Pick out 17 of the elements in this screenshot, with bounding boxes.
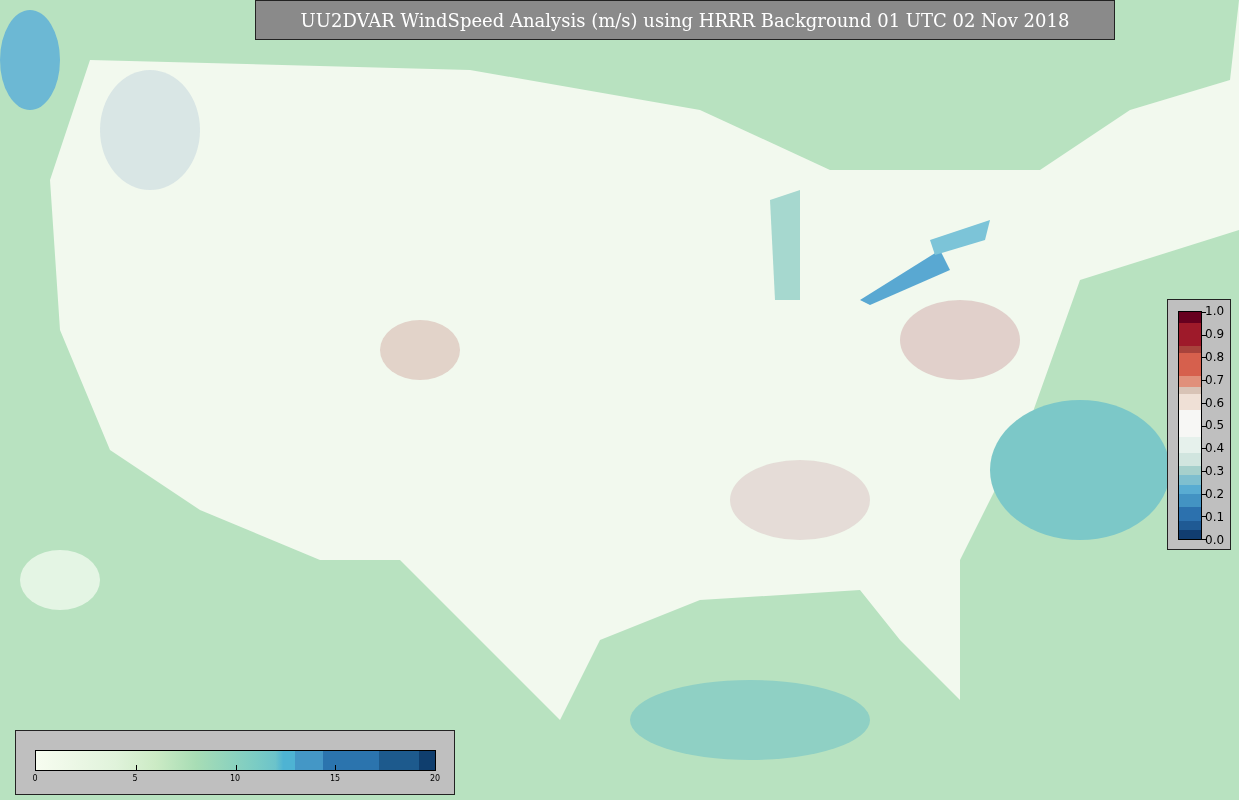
tick-label: 0.6 (1205, 395, 1225, 410)
tick-label: 10 (228, 774, 242, 784)
tick-label: 0.7 (1205, 372, 1225, 387)
tick-label: 15 (328, 774, 342, 784)
tick-label: 0.1 (1205, 510, 1225, 524)
tick-label: 0.8 (1205, 349, 1225, 364)
tick-label: 0.9 (1205, 326, 1225, 341)
tick-label: 0 (31, 774, 39, 784)
tick-label: 0.2 (1205, 487, 1225, 502)
tick-label: 5 (131, 774, 139, 784)
tick-label: 0.5 (1205, 418, 1225, 433)
chart-title: UU2DVAR WindSpeed Analysis (m/s) using HRRR Background 01 UTC 02 Nov 2018 (255, 0, 1115, 40)
tick-label: 0.0 (1205, 532, 1225, 547)
tick-label: 1.0 (1205, 304, 1225, 318)
tick-label: 20 (428, 774, 442, 784)
tick-label: 0.4 (1205, 441, 1225, 456)
tick-label: 0.3 (1205, 464, 1225, 479)
